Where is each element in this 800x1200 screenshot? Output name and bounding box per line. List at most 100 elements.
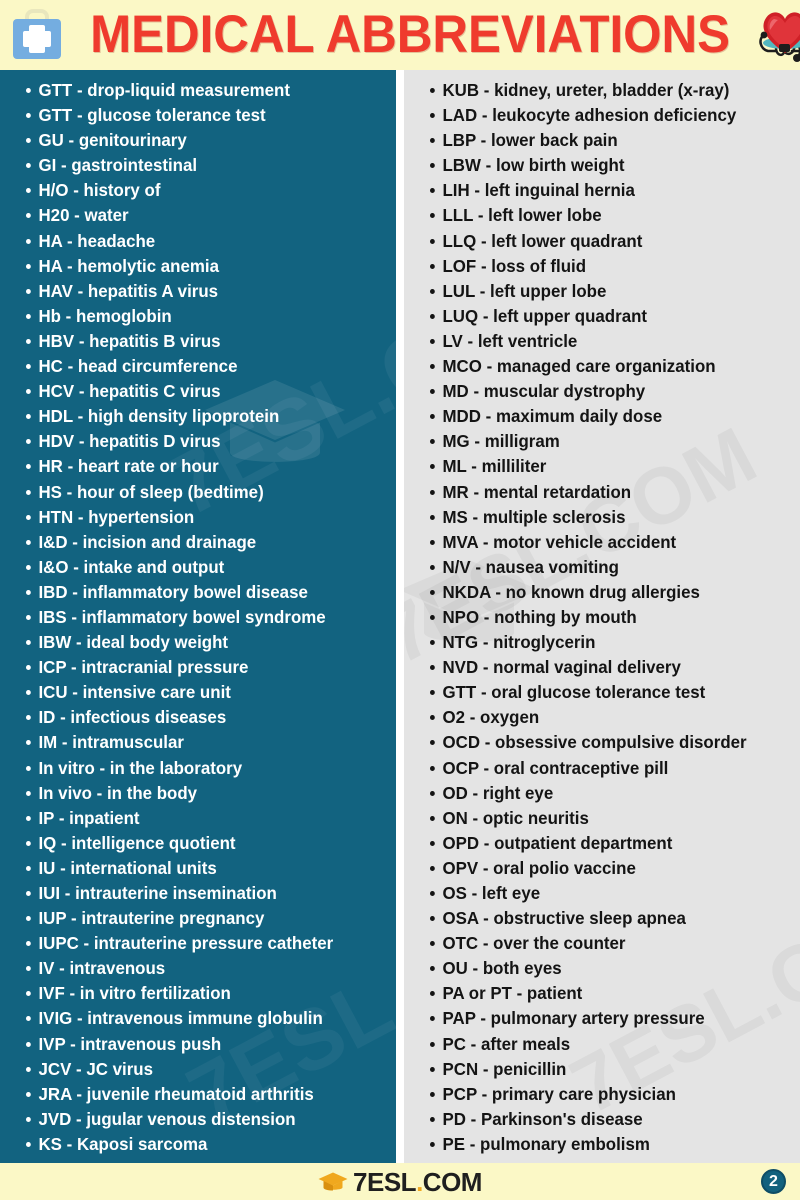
infographic-poster: MEDICAL ABBREVIATIONS 7ESL.COM 7ESL.COM: [0, 0, 800, 1200]
list-item: IUPC - intrauterine pressure catheter: [26, 931, 375, 956]
list-item: JRA - juvenile rheumatoid arthritis: [26, 1082, 375, 1107]
list-item: HAV - hepatitis A virus: [26, 279, 375, 304]
list-item: LUQ - left upper quadrant: [430, 304, 779, 329]
list-item: HBV - hepatitis B virus: [26, 329, 375, 354]
list-item: IUP - intrauterine pregnancy: [26, 906, 375, 931]
list-item: IVP - intravenous push: [26, 1032, 375, 1057]
list-item: IU - international units: [26, 856, 375, 881]
list-item: OD - right eye: [430, 781, 779, 806]
heart-stethoscope-icon: [754, 5, 800, 65]
list-item: NPO - nothing by mouth: [430, 605, 779, 630]
list-item: IVF - in vitro fertilization: [26, 981, 375, 1006]
list-item: HTN - hypertension: [26, 505, 375, 530]
list-item: NKDA - no known drug allergies: [430, 580, 779, 605]
list-item: ICP - intracranial pressure: [26, 655, 375, 680]
list-item: HA - hemolytic anemia: [26, 254, 375, 279]
list-item: MR - mental retardation: [430, 480, 779, 505]
list-item: NVD - normal vaginal delivery: [430, 655, 779, 680]
list-item: IBD - inflammatory bowel disease: [26, 580, 375, 605]
list-item: IUI - intrauterine insemination: [26, 881, 375, 906]
list-item: H/O - history of: [26, 178, 375, 203]
list-item: LBW - low birth weight: [430, 153, 779, 178]
list-item: ON - optic neuritis: [430, 806, 779, 831]
list-item: HDV - hepatitis D virus: [26, 429, 375, 454]
list-item: MG - milligram: [430, 429, 779, 454]
logo-text-dot: .: [416, 1166, 423, 1197]
list-item: OU - both eyes: [430, 956, 779, 981]
list-item: OTC - over the counter: [430, 931, 779, 956]
list-item: PCP - primary care physician: [430, 1082, 779, 1107]
heart-stethoscope-svg: [759, 12, 800, 62]
list-item: PCN - penicillin: [430, 1057, 779, 1082]
list-item: OPD - outpatient department: [430, 831, 779, 856]
left-abbreviation-list: GTT - drop-liquid measurement GTT - gluco…: [0, 70, 396, 1163]
list-item: MDD - maximum daily dose: [430, 404, 779, 429]
list-item: H20 - water: [26, 203, 375, 228]
poster-footer: 7ESL.COM 2: [0, 1163, 800, 1200]
list-item: PD - Parkinson's disease: [430, 1107, 779, 1132]
list-item: OCD - obsessive compulsive disorder: [430, 730, 779, 755]
page-number-badge: 2: [761, 1169, 786, 1194]
list-item: GTT - oral glucose tolerance test: [430, 680, 779, 705]
list-item: HR - heart rate or hour: [26, 454, 375, 479]
poster-header: MEDICAL ABBREVIATIONS: [0, 0, 800, 70]
list-item: GI - gastrointestinal: [26, 153, 375, 178]
list-item: KUB - kidney, ureter, bladder (x-ray): [430, 78, 779, 103]
list-item: Hb - hemoglobin: [26, 304, 375, 329]
list-item: LV - left ventricle: [430, 329, 779, 354]
list-item: JCV - JC virus: [26, 1057, 375, 1082]
list-item: PE - pulmonary embolism: [430, 1132, 779, 1157]
list-item: MS - multiple sclerosis: [430, 505, 779, 530]
logo-text-part1: 7ESL: [353, 1166, 417, 1197]
list-item: IV - intravenous: [26, 956, 375, 981]
list-item: MD - muscular dystrophy: [430, 379, 779, 404]
list-item: IBS - inflammatory bowel syndrome: [26, 605, 375, 630]
left-column: 7ESL.COM 7ESL.COM GTT - drop-liquid meas…: [0, 70, 396, 1163]
list-item: HA - headache: [26, 229, 375, 254]
list-item: In vitro - in the laboratory: [26, 756, 375, 781]
list-item: LUL - left upper lobe: [430, 279, 779, 304]
right-column: 7ESL.COM 7ESL.COM KUB - kidney, ureter, …: [404, 70, 800, 1163]
list-item: HS - hour of sleep (bedtime): [26, 480, 375, 505]
medical-bag-icon: [8, 7, 66, 63]
list-item: LAD - leukocyte adhesion deficiency: [430, 103, 779, 128]
abbreviation-columns: 7ESL.COM 7ESL.COM GTT - drop-liquid meas…: [0, 70, 800, 1163]
list-item: GTT - drop-liquid measurement: [26, 78, 375, 103]
list-item: N/V - nausea vomiting: [430, 555, 779, 580]
list-item: I&O - intake and output: [26, 555, 375, 580]
list-item: PAP - pulmonary artery pressure: [430, 1006, 779, 1031]
list-item: HC - head circumference: [26, 354, 375, 379]
list-item: LLQ - left lower quadrant: [430, 229, 779, 254]
site-logo-text: 7ESL.COM: [353, 1169, 482, 1195]
list-item: JVD - jugular venous distension: [26, 1107, 375, 1132]
right-abbreviation-list: KUB - kidney, ureter, bladder (x-ray) LAD…: [404, 70, 800, 1163]
list-item: ML - milliliter: [430, 454, 779, 479]
list-item: ID - infectious diseases: [26, 705, 375, 730]
page-title: MEDICAL ABBREVIATIONS: [90, 5, 730, 64]
list-item: OS - left eye: [430, 881, 779, 906]
list-item: ICU - intensive care unit: [26, 680, 375, 705]
list-item: HCV - hepatitis C virus: [26, 379, 375, 404]
list-item: IBW - ideal body weight: [26, 630, 375, 655]
list-item: HDL - high density lipoprotein: [26, 404, 375, 429]
logo-text-part2: COM: [422, 1166, 483, 1197]
list-item: MCO - managed care organization: [430, 354, 779, 379]
list-item: GU - genitourinary: [26, 128, 375, 153]
list-item: In vivo - in the body: [26, 781, 375, 806]
list-item: IP - inpatient: [26, 806, 375, 831]
list-item: LOF - loss of fluid: [430, 254, 779, 279]
list-item: OPV - oral polio vaccine: [430, 856, 779, 881]
list-item: OSA - obstructive sleep apnea: [430, 906, 779, 931]
site-logo[interactable]: 7ESL.COM: [318, 1169, 482, 1195]
list-item: IQ - intelligence quotient: [26, 831, 375, 856]
list-item: LLL - left lower lobe: [430, 203, 779, 228]
list-item: IM - intramuscular: [26, 730, 375, 755]
list-item: LIH - left inguinal hernia: [430, 178, 779, 203]
list-item: PC - after meals: [430, 1032, 779, 1057]
medical-cross-horizontal: [23, 31, 51, 47]
list-item: LBP - lower back pain: [430, 128, 779, 153]
list-item: PA or PT - patient: [430, 981, 779, 1006]
list-item: MVA - motor vehicle accident: [430, 530, 779, 555]
list-item: O2 - oxygen: [430, 705, 779, 730]
list-item: IVIG - intravenous immune globulin: [26, 1006, 375, 1031]
